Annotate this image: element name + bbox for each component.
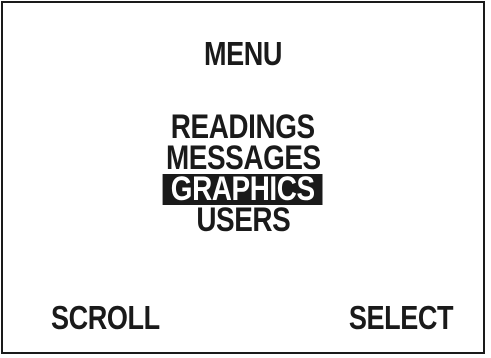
menu-list: READINGS MESSAGES GRAPHICS USERS [3, 110, 483, 237]
select-softkey[interactable]: SELECT [349, 300, 454, 336]
menu-item-users[interactable]: USERS [188, 203, 298, 237]
menu-title: MENU [203, 35, 283, 72]
device-display: MENU READINGS MESSAGES GRAPHICS USERS SC… [1, 1, 485, 354]
scroll-softkey[interactable]: SCROLL [51, 300, 160, 336]
